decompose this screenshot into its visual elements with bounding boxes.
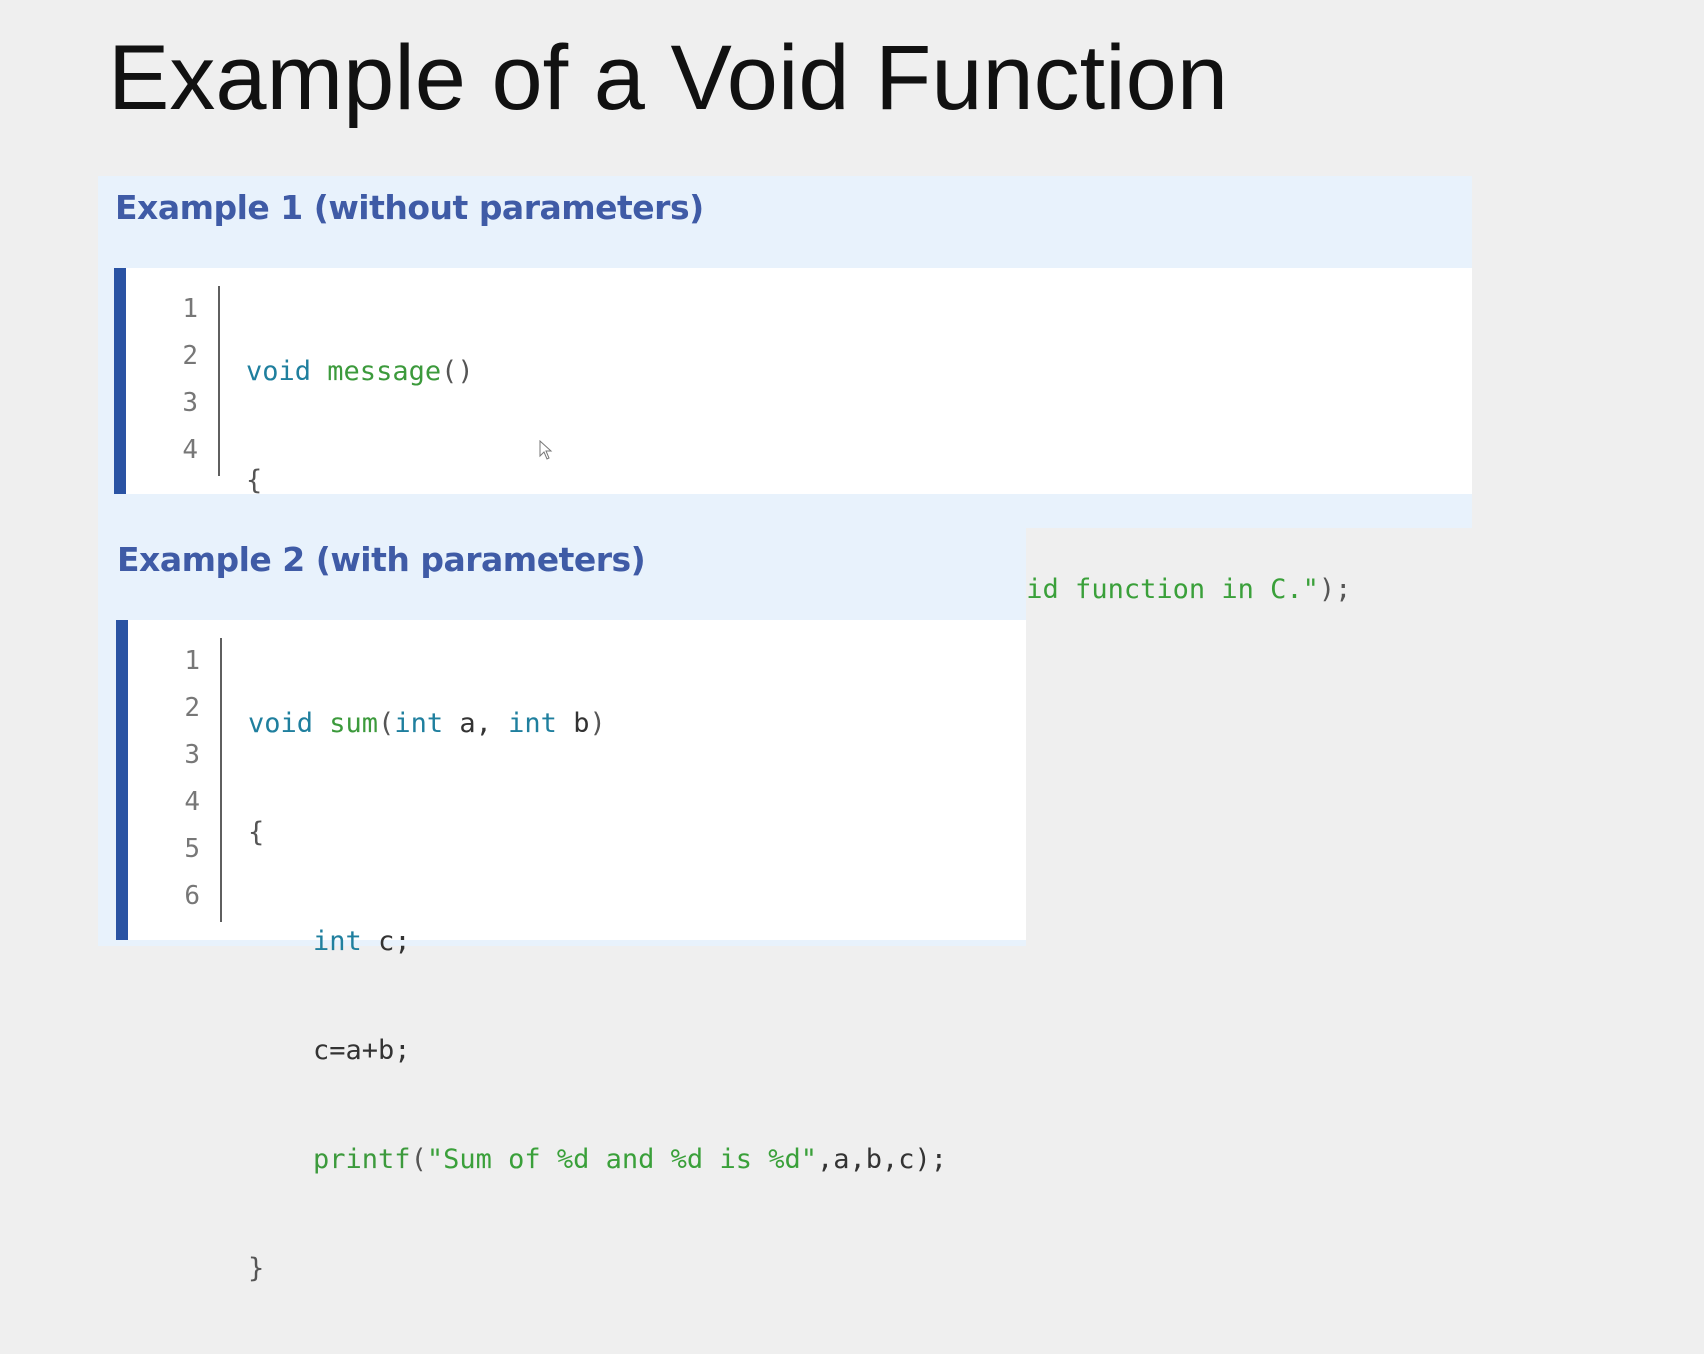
- punctuation: ): [589, 708, 606, 739]
- line-number-gutter: 1 2 3 4: [126, 286, 212, 474]
- function-name: message: [327, 356, 442, 387]
- line-number: 6: [184, 881, 200, 911]
- keyword: void: [246, 356, 312, 387]
- code-line: int c;: [248, 918, 947, 965]
- keyword: void: [248, 708, 314, 739]
- code-line: {: [246, 457, 1351, 504]
- function-name: printf: [313, 1144, 411, 1175]
- line-number-gutter: 1 2 3 4 5 6: [128, 638, 214, 920]
- gutter-divider: [220, 638, 222, 922]
- punctuation: (: [410, 1144, 427, 1175]
- keyword: int: [508, 708, 557, 739]
- line-number: 3: [182, 388, 198, 418]
- code-lines: void sum(int a, int b) { int c; c=a+b; p…: [248, 638, 947, 1354]
- arguments: ,a,b,c);: [816, 1144, 948, 1175]
- punctuation: }: [248, 1253, 265, 1284]
- punctuation: );: [1318, 574, 1352, 605]
- code-line: }: [248, 1245, 947, 1292]
- keyword: int: [394, 708, 444, 739]
- example-2-heading: Example 2 (with parameters): [117, 540, 646, 579]
- line-number: 2: [184, 693, 200, 723]
- code-line: void sum(int a, int b): [248, 700, 947, 747]
- code-line: void message(): [246, 348, 1351, 395]
- line-number: 5: [184, 834, 200, 864]
- punctuation: {: [248, 817, 265, 848]
- punctuation: {: [246, 465, 263, 496]
- example-1-code-block: 1 2 3 4 void message() { printf("Hello I…: [114, 268, 1472, 714]
- example-2-code-block: 1 2 3 4 5 6 void sum(int a, int b) { int…: [116, 620, 1026, 1284]
- slide-title: Example of a Void Function: [108, 27, 1228, 129]
- code-line: {: [248, 809, 947, 856]
- keyword: int: [313, 926, 362, 957]
- identifier: b: [556, 708, 590, 739]
- line-number: 3: [184, 740, 200, 770]
- example-2-section: Example 2 (with parameters) 1 2 3 4 5 6 …: [98, 528, 1026, 1284]
- string-literal: "Sum of %d and %d is %d": [426, 1144, 817, 1175]
- line-number: 1: [184, 646, 200, 676]
- example-1-heading: Example 1 (without parameters): [115, 188, 704, 227]
- mouse-pointer-icon: [539, 440, 553, 460]
- punctuation: (: [378, 708, 395, 739]
- line-number: 2: [182, 341, 198, 371]
- gutter-divider: [218, 286, 220, 476]
- punctuation: (): [441, 356, 474, 387]
- code-line: c=a+b;: [248, 1027, 947, 1074]
- identifier: a,: [443, 708, 509, 739]
- statement: c=a+b;: [313, 1035, 411, 1066]
- example-1-section: Example 1 (without parameters) 1 2 3 4 v…: [98, 176, 1472, 714]
- line-number: 4: [184, 787, 200, 817]
- line-number: 1: [182, 294, 198, 324]
- function-name: sum: [329, 708, 379, 739]
- code-line: printf("Sum of %d and %d is %d",a,b,c);: [248, 1136, 947, 1183]
- line-number: 4: [182, 435, 198, 465]
- identifier: c;: [361, 926, 411, 957]
